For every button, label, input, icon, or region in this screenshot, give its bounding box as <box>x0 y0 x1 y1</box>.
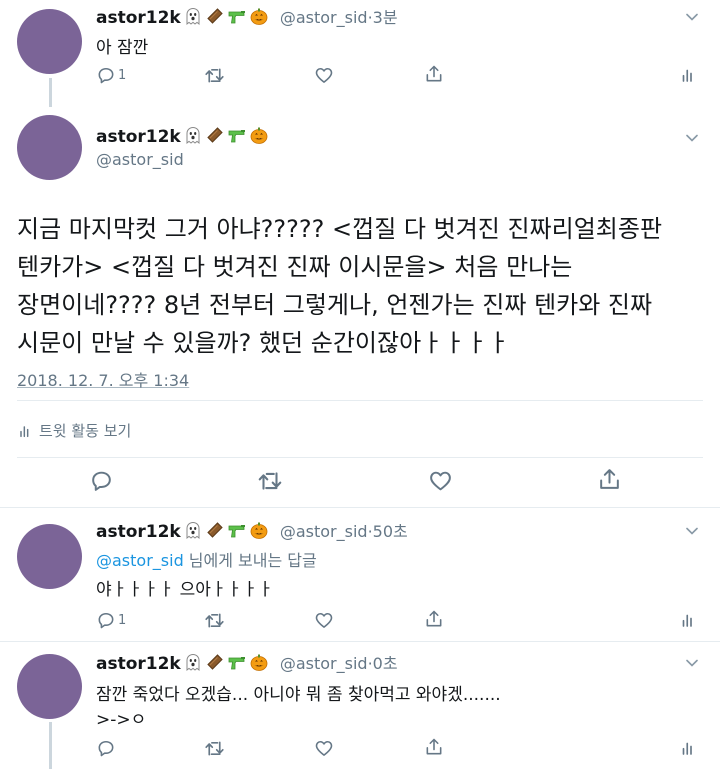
reply-button[interactable] <box>96 738 118 758</box>
reply-icon <box>96 610 116 630</box>
reply-count: 1 <box>118 67 127 83</box>
retweet-icon <box>204 738 225 759</box>
thread-line <box>49 722 52 769</box>
share-icon <box>424 737 444 757</box>
chevron-down-icon[interactable] <box>686 659 698 667</box>
divider <box>0 507 720 508</box>
tweet-text: 잠깐 죽었다 오겠습... 아니야 뭐 좀 찾아먹고 와야겠....... <box>96 685 501 705</box>
divider <box>17 400 703 401</box>
share-button[interactable] <box>424 737 444 757</box>
water-pistol-emoji <box>227 652 247 676</box>
coffin-emoji <box>205 125 225 149</box>
reply-to-handle[interactable]: @astor_sid <box>96 551 184 570</box>
display-name[interactable]: astor12k <box>96 8 181 28</box>
water-pistol-emoji <box>227 6 247 30</box>
like-button[interactable] <box>314 65 334 85</box>
reply-context: @astor_sid 님에게 보내는 답글 <box>96 547 317 571</box>
retweet-icon <box>204 65 225 86</box>
user-handle[interactable]: @astor_sid <box>280 654 368 673</box>
analytics-icon <box>679 66 697 84</box>
chevron-down-icon[interactable] <box>686 13 698 21</box>
jack-o-lantern-emoji <box>249 125 269 149</box>
user-handle[interactable]: @astor_sid <box>280 8 368 27</box>
share-icon <box>597 467 622 492</box>
chevron-down-icon[interactable] <box>686 527 698 535</box>
analytics-button[interactable] <box>679 739 697 757</box>
timestamp[interactable]: ·3분 <box>368 8 398 27</box>
jack-o-lantern-emoji <box>249 6 269 30</box>
retweet-button[interactable] <box>257 468 283 494</box>
display-name[interactable]: astor12k <box>96 654 181 674</box>
reply-to-suffix: 님에게 보내는 답글 <box>183 551 317 570</box>
tweet-text: >->ㅇ <box>96 710 147 730</box>
ghost-emoji <box>183 652 203 676</box>
retweet-icon <box>257 468 283 494</box>
share-button[interactable] <box>424 609 444 629</box>
coffin-emoji <box>205 652 225 676</box>
divider <box>17 457 703 458</box>
share-icon <box>424 64 444 84</box>
avatar[interactable] <box>17 115 82 180</box>
tweet-text: 지금 마지막컷 그거 아냐????? <껍질 다 벗겨진 진짜리얼최종판 텐카가… <box>17 210 662 362</box>
reply-icon <box>96 65 116 85</box>
analytics-icon <box>17 423 33 439</box>
tweet-text-line: 장면이네???? 8년 전부터 그렇게나, 언젠가는 진짜 텐카와 진짜 <box>17 291 653 319</box>
tweet-text-line: 시문이 만날 수 있을까? 했던 순간이잖아ㅏㅏㅏㅏ <box>17 329 510 357</box>
retweet-button[interactable] <box>204 738 225 759</box>
tweet-activity-label: 트윗 활동 보기 <box>39 422 132 440</box>
analytics-button[interactable] <box>679 66 697 84</box>
tweet-text: 아 잠깐 <box>96 38 149 58</box>
like-button[interactable] <box>314 610 334 630</box>
analytics-button[interactable] <box>679 611 697 629</box>
divider <box>0 641 720 642</box>
timestamp[interactable]: ·50초 <box>368 522 408 541</box>
ghost-emoji <box>183 6 203 30</box>
analytics-icon <box>679 611 697 629</box>
retweet-icon <box>204 610 225 631</box>
like-icon <box>314 738 334 758</box>
tweet-text-line: 지금 마지막컷 그거 아냐????? <껍질 다 벗겨진 진짜리얼최종판 <box>17 215 663 243</box>
retweet-button[interactable] <box>204 610 225 631</box>
ghost-emoji <box>183 125 203 149</box>
reply-icon <box>96 738 116 758</box>
coffin-emoji <box>205 520 225 544</box>
tweet-text: 야ㅏㅏㅏㅏ 으아ㅏㅏㅏㅏ <box>96 580 274 600</box>
reply-button[interactable]: 1 <box>96 65 126 85</box>
user-handle[interactable]: @astor_sid <box>280 522 368 541</box>
chevron-down-icon[interactable] <box>686 134 698 142</box>
share-icon <box>424 609 444 629</box>
share-button[interactable] <box>424 64 444 84</box>
jack-o-lantern-emoji <box>249 652 269 676</box>
user-handle[interactable]: @astor_sid <box>96 150 184 169</box>
analytics-icon <box>679 739 697 757</box>
retweet-button[interactable] <box>204 65 225 86</box>
display-name[interactable]: astor12k <box>96 127 181 147</box>
reply-count: 1 <box>118 612 127 628</box>
share-button[interactable] <box>597 467 622 492</box>
display-name[interactable]: astor12k <box>96 522 181 542</box>
like-button[interactable] <box>314 738 334 758</box>
tweet-text-line: 텐카가> <껍질 다 벗겨진 진짜 이시문을> 처음 만나는 <box>17 253 573 281</box>
avatar[interactable] <box>17 524 82 589</box>
avatar[interactable] <box>17 654 82 719</box>
thread-line <box>49 78 52 107</box>
jack-o-lantern-emoji <box>249 520 269 544</box>
timestamp[interactable]: ·0초 <box>368 654 398 673</box>
like-icon <box>314 610 334 630</box>
water-pistol-emoji <box>227 125 247 149</box>
tweet-activity-link[interactable]: 트윗 활동 보기 <box>17 420 131 441</box>
reply-button[interactable] <box>89 468 114 493</box>
tweet-date[interactable]: 2018. 12. 7. 오후 1:34 <box>17 367 189 391</box>
like-button[interactable] <box>428 468 453 493</box>
coffin-emoji <box>205 6 225 30</box>
ghost-emoji <box>183 520 203 544</box>
water-pistol-emoji <box>227 520 247 544</box>
reply-icon <box>89 468 114 493</box>
avatar[interactable] <box>17 9 82 74</box>
like-icon <box>314 65 334 85</box>
like-icon <box>428 468 453 493</box>
reply-button[interactable]: 1 <box>96 610 126 630</box>
